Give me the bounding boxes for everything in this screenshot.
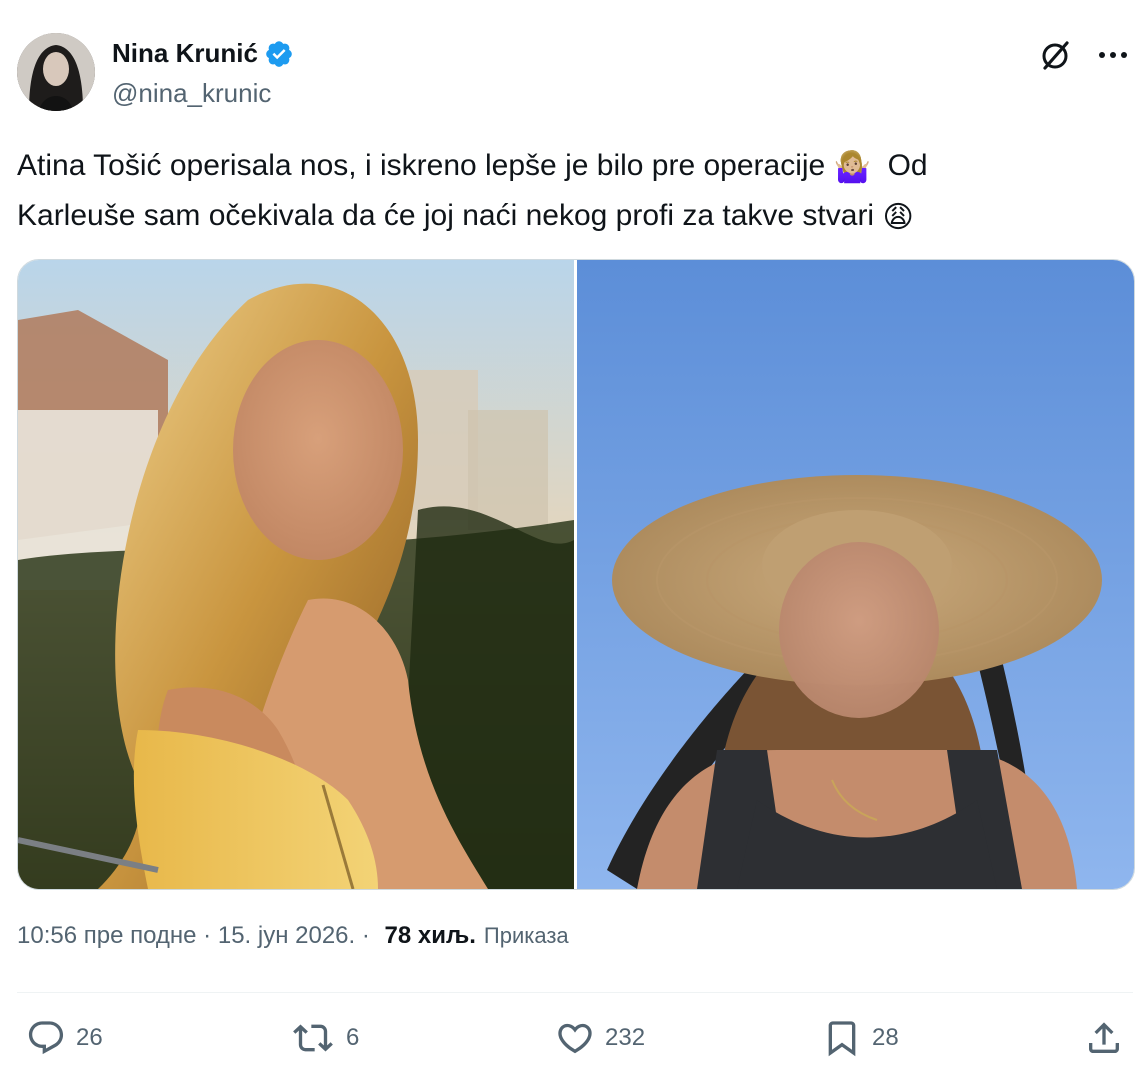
verified-badge-icon[interactable] <box>264 39 294 69</box>
author-name-row: Nina Krunić <box>112 38 294 69</box>
reply-icon <box>28 1021 64 1055</box>
bookmark-icon <box>828 1021 856 1057</box>
avatar[interactable] <box>17 33 95 111</box>
repost-icon <box>293 1024 333 1052</box>
meta-separator: · <box>355 922 377 949</box>
reply-button[interactable]: 26 <box>26 1018 103 1058</box>
tweet-text: Atina Tošić operisala nos, i iskreno lep… <box>17 142 1117 242</box>
weary-face-emoji-icon: 😩 <box>882 201 914 234</box>
tweet-meta: 10:56 пре подне · 15. јун 2026. · 78 хиљ… <box>17 922 569 950</box>
more-icon[interactable] <box>1098 50 1128 60</box>
action-bar: 26 6 232 28 <box>0 1018 1142 1068</box>
tweet-time[interactable]: 10:56 пре подне <box>17 922 197 950</box>
meta-separator: · <box>196 922 218 949</box>
author-handle[interactable]: @nina_krunic <box>112 78 271 109</box>
bookmark-count: 28 <box>872 1024 899 1051</box>
tweet-text-line1-tail: Od <box>870 149 928 182</box>
display-name[interactable]: Nina Krunić <box>112 38 258 69</box>
views-label: Приказа <box>483 923 569 948</box>
share-icon <box>1089 1022 1119 1053</box>
like-count: 232 <box>605 1024 646 1051</box>
views-count: 78 хиљ. <box>384 922 476 949</box>
divider <box>17 992 1133 993</box>
tweet-text-line1: Atina Tošić operisala nos, i iskreno lep… <box>17 149 834 182</box>
repost-count: 6 <box>346 1024 360 1051</box>
header-actions <box>1038 38 1128 72</box>
share-button[interactable] <box>1084 1018 1124 1058</box>
media-photo-2[interactable] <box>577 260 1134 889</box>
like-button[interactable]: 232 <box>555 1018 645 1058</box>
tweet-text-line2: Karleuše sam očekivala da će joj naći ne… <box>17 199 883 232</box>
reply-count: 26 <box>76 1024 103 1051</box>
heart-icon <box>558 1023 592 1054</box>
bookmark-button[interactable]: 28 <box>822 1018 899 1058</box>
shrug-emoji-icon: 🤷🏼‍♀️ <box>833 151 871 184</box>
tweet-date[interactable]: 15. јун 2026. <box>218 922 355 950</box>
media-photo-1[interactable] <box>18 260 574 889</box>
grok-icon[interactable] <box>1038 38 1072 72</box>
repost-button[interactable]: 6 <box>290 1018 359 1058</box>
tweet-media <box>17 259 1135 890</box>
